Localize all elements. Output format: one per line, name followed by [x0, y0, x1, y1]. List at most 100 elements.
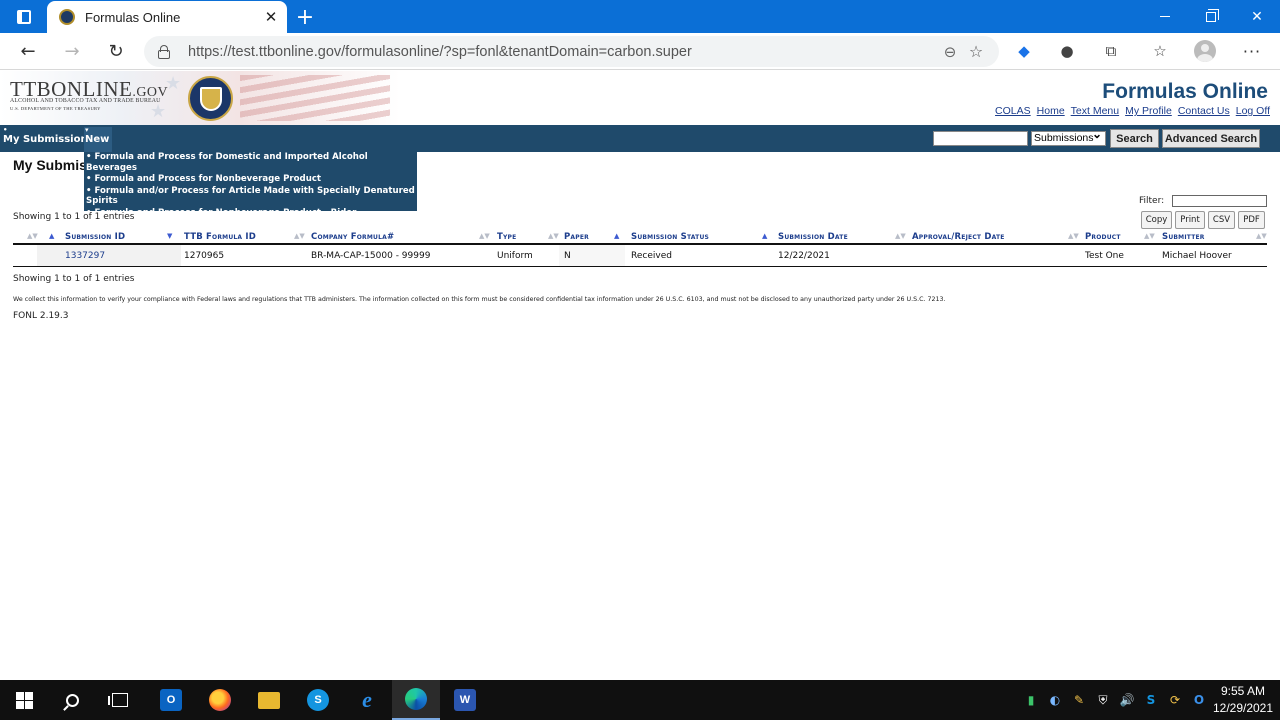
- window-restore-button[interactable]: [1188, 0, 1234, 33]
- url-text[interactable]: https://test.ttbonline.gov/formulasonlin…: [188, 44, 937, 60]
- favorites-icon[interactable]: ☆: [1147, 39, 1173, 63]
- skype-tray-icon[interactable]: S: [1142, 691, 1160, 709]
- search-button[interactable]: Search: [1110, 129, 1159, 148]
- tab-actions-button[interactable]: [8, 5, 40, 29]
- taskbar-search-button[interactable]: [48, 680, 96, 720]
- taskbar-file-explorer[interactable]: [245, 680, 293, 720]
- search-scope-select[interactable]: Submissions: [1031, 128, 1106, 146]
- link-colas[interactable]: COLAS: [995, 105, 1031, 117]
- flag-stripes: [240, 75, 390, 121]
- link-contact-us[interactable]: Contact Us: [1178, 105, 1230, 117]
- window-close-button[interactable]: ✕: [1234, 0, 1280, 33]
- pen-icon[interactable]: ✎: [1070, 691, 1088, 709]
- zoom-out-icon[interactable]: ⊖: [937, 43, 963, 61]
- col-submission-status[interactable]: Submission Status: [631, 232, 709, 242]
- battery-icon[interactable]: ▮: [1022, 691, 1040, 709]
- ttb-banner[interactable]: ★ ★ ★ TTBONLINE.GOV ALCOHOL AND TOBACCO …: [0, 71, 400, 125]
- link-home[interactable]: Home: [1037, 105, 1065, 117]
- back-button[interactable]: ←: [14, 38, 42, 64]
- nav-my-submissions[interactable]: • My Submissions: [3, 127, 94, 146]
- col-ttb-formula-id[interactable]: TTB Formula ID: [184, 232, 256, 242]
- logo-subtitle-treasury: U.S. DEPARTMENT OF THE TREASURY: [10, 106, 101, 111]
- pdf-button[interactable]: PDF: [1238, 211, 1265, 229]
- taskbar-internet-explorer[interactable]: e: [343, 680, 391, 720]
- outlook-icon: O: [160, 689, 182, 711]
- sort-icon[interactable]: ▲▼: [548, 232, 559, 240]
- taskbar-clock[interactable]: 9:55 AM 12/29/2021: [1210, 683, 1276, 717]
- window-minimize-button[interactable]: [1142, 0, 1188, 33]
- reload-button[interactable]: ↻: [102, 38, 130, 64]
- col-type[interactable]: Type: [497, 232, 516, 242]
- sort-icon[interactable]: ▲▼: [895, 232, 906, 240]
- filter-label: Filter:: [1139, 196, 1165, 206]
- add-favorite-icon[interactable]: ☆: [963, 42, 989, 61]
- taskbar-skype[interactable]: S: [294, 680, 342, 720]
- firefox-icon: [209, 689, 231, 711]
- col-product[interactable]: Product: [1085, 232, 1121, 242]
- cell-submission-date: 12/22/2021: [778, 251, 830, 261]
- search-input[interactable]: [933, 131, 1028, 146]
- col-approval-reject-date[interactable]: Approval/Reject Date: [912, 232, 1005, 242]
- profile-avatar[interactable]: [1194, 40, 1216, 62]
- sort-asc-icon[interactable]: ▲: [762, 232, 767, 240]
- cell-submission-id-link[interactable]: 1337297: [65, 251, 105, 261]
- sort-icon[interactable]: ▲▼: [1068, 232, 1079, 240]
- task-view-icon: [108, 693, 128, 707]
- taskbar-edge[interactable]: [392, 680, 440, 720]
- sort-icon[interactable]: ▲▼: [1256, 232, 1267, 240]
- new-tab-button[interactable]: +: [292, 4, 318, 30]
- internet-explorer-icon: e: [362, 687, 372, 712]
- link-log-off[interactable]: Log Off: [1236, 105, 1270, 117]
- menu-item-nonbeverage-product[interactable]: • Formula and Process for Nonbeverage Pr…: [86, 173, 415, 185]
- print-button[interactable]: Print: [1175, 211, 1205, 229]
- sort-desc-icon[interactable]: ▼: [167, 232, 172, 240]
- browser-tab-formulas-online[interactable]: Formulas Online ✕: [47, 1, 287, 33]
- col-submission-date[interactable]: Submission Date: [778, 232, 848, 242]
- cell-submitter: Michael Hoover: [1162, 251, 1232, 261]
- security-shield-icon[interactable]: ⛨: [1094, 691, 1112, 709]
- sort-icon[interactable]: ▲▼: [294, 232, 305, 240]
- sync-icon[interactable]: ⟳: [1166, 691, 1184, 709]
- sort-asc-icon[interactable]: ▲: [49, 232, 54, 240]
- edge-icon: [405, 688, 427, 710]
- start-button[interactable]: [0, 680, 48, 720]
- col-submitter[interactable]: Submitter: [1162, 232, 1205, 242]
- extension-shield-icon[interactable]: ◆: [1011, 39, 1037, 63]
- forward-button[interactable]: →: [58, 38, 86, 64]
- col-paper[interactable]: Paper: [564, 232, 589, 242]
- tab-close-icon[interactable]: ✕: [261, 7, 281, 27]
- sort-icon[interactable]: ▲▼: [27, 232, 38, 240]
- lock-icon[interactable]: [158, 44, 170, 59]
- sort-asc-icon[interactable]: ▲: [614, 232, 619, 240]
- tray-app-icon[interactable]: ◐: [1046, 691, 1064, 709]
- link-text-menu[interactable]: Text Menu: [1071, 105, 1119, 117]
- outlook-tray-icon[interactable]: O: [1190, 691, 1208, 709]
- address-bar[interactable]: https://test.ttbonline.gov/formulasonlin…: [144, 36, 999, 67]
- copy-button[interactable]: Copy: [1141, 211, 1172, 229]
- csv-button[interactable]: CSV: [1208, 211, 1235, 229]
- taskbar-word[interactable]: W: [441, 680, 489, 720]
- nav-new[interactable]: ▾ New: [84, 127, 112, 152]
- extensions-puzzle-icon[interactable]: ⧉: [1098, 39, 1124, 63]
- settings-menu-icon[interactable]: ···: [1238, 39, 1266, 63]
- table-row[interactable]: 1337297 1270965 BR-MA-CAP-15000 - 99999 …: [13, 245, 1267, 267]
- word-icon: W: [454, 689, 476, 711]
- extension-incognito-icon[interactable]: ●: [1054, 39, 1080, 63]
- task-view-button[interactable]: [96, 680, 144, 720]
- col-submission-id[interactable]: Submission ID: [65, 232, 125, 242]
- cell-product: Test One: [1085, 251, 1124, 261]
- sort-icon[interactable]: ▲▼: [1144, 232, 1155, 240]
- volume-icon[interactable]: 🔊: [1117, 691, 1137, 709]
- taskbar-outlook[interactable]: O: [147, 680, 195, 720]
- menu-item-nonbeverage-rider[interactable]: • Formula and Process for Nonbeverage Pr…: [86, 207, 415, 219]
- app-version: FONL 2.19.3: [13, 311, 69, 321]
- sort-icon[interactable]: ▲▼: [479, 232, 490, 240]
- browser-titlebar: Formulas Online ✕ + ✕: [0, 0, 1280, 33]
- link-my-profile[interactable]: My Profile: [1125, 105, 1172, 117]
- menu-item-specially-denatured-spirits[interactable]: • Formula and/or Process for Article Mad…: [86, 185, 415, 207]
- advanced-search-button[interactable]: Advanced Search: [1162, 129, 1260, 148]
- taskbar-firefox[interactable]: [196, 680, 244, 720]
- col-company-formula[interactable]: Company Formula#: [311, 232, 394, 242]
- filter-input[interactable]: [1172, 195, 1267, 207]
- menu-item-alcohol-beverages[interactable]: • Formula and Process for Domestic and I…: [86, 152, 415, 173]
